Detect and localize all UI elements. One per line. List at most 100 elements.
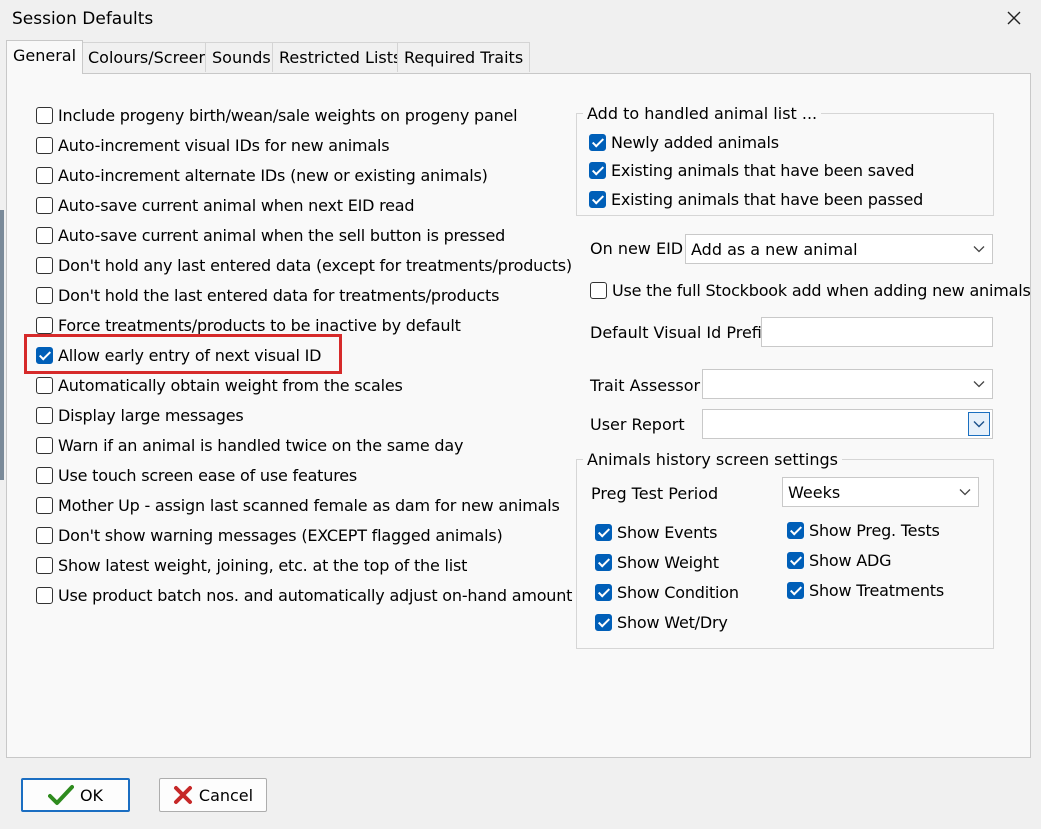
checkbox-label: Auto-increment alternate IDs (new or exi…: [58, 165, 488, 185]
checkbox-mother-up-assign-last-scanned-female-as-[interactable]: Mother Up - assign last scanned female a…: [36, 493, 560, 517]
checkbox-label: Allow early entry of next visual ID: [58, 345, 322, 365]
checkbox-auto-save-current-animal-when-next-eid-r[interactable]: Auto-save current animal when next EID r…: [36, 193, 415, 217]
checkbox-display-large-messages[interactable]: Display large messages: [36, 403, 244, 427]
checkbox-checked-icon: [595, 523, 612, 541]
checkbox-unchecked-icon: [36, 586, 53, 604]
checkbox-label: Force treatments/products to be inactive…: [58, 315, 461, 335]
preg-test-period-value: Weeks: [788, 482, 841, 502]
checkbox-use-touch-screen-ease-of-use-features[interactable]: Use touch screen ease of use features: [36, 463, 357, 487]
checkbox-checked-icon: [589, 190, 606, 208]
user-report-label: User Report: [590, 415, 685, 434]
checkbox-show-preg-tests[interactable]: Show Preg. Tests: [787, 518, 940, 542]
checkbox-label: Don't hold the last entered data for tre…: [58, 285, 500, 305]
checkbox-unchecked-icon: [36, 316, 53, 334]
checkbox-don-t-hold-the-last-entered-data-for-tre[interactable]: Don't hold the last entered data for tre…: [36, 283, 499, 307]
checkbox-unchecked-icon: [36, 376, 53, 394]
checkbox-label: Auto-save current animal when next EID r…: [58, 195, 415, 215]
checkbox-label: Warn if an animal is handled twice on th…: [58, 435, 464, 455]
preg-test-period-select[interactable]: Weeks: [782, 477, 979, 507]
checkbox-show-treatments[interactable]: Show Treatments: [787, 578, 944, 602]
checkbox-label: Don't hold any last entered data (except…: [58, 255, 572, 275]
checkbox-include-progeny-birth-wean-sale-weights-[interactable]: Include progeny birth/wean/sale weights …: [36, 103, 518, 127]
checkbox-checked-icon: [589, 162, 606, 179]
checkbox-unchecked-icon: [36, 556, 53, 574]
checkbox-show-adg[interactable]: Show ADG: [787, 548, 892, 572]
checkbox-existing-animals-that-have-been-saved[interactable]: Existing animals that have been saved: [589, 159, 915, 183]
checkbox-show-events[interactable]: Show Events: [595, 520, 717, 544]
checkbox-label: Automatically obtain weight from the sca…: [58, 375, 403, 395]
checkbox-label: Display large messages: [58, 405, 244, 425]
close-button[interactable]: [996, 2, 1032, 34]
checkbox-label: Include progeny birth/wean/sale weights …: [58, 105, 518, 125]
checkbox-checked-icon: [787, 581, 804, 599]
chevron-down-icon: [966, 370, 992, 398]
checkbox-label: Newly added animals: [611, 132, 779, 152]
chevron-down-icon: [952, 478, 978, 506]
checkbox-checked-icon: [595, 553, 612, 571]
checkbox-label: Use product batch nos. and automatically…: [58, 585, 573, 605]
checkbox-force-treatments-products-to-be-inactive[interactable]: Force treatments/products to be inactive…: [36, 313, 461, 337]
full-stockbook-checkbox[interactable]: Use the full Stockbook add when adding n…: [590, 278, 1031, 302]
checkbox-label: Show ADG: [809, 550, 892, 570]
visual-id-prefix-input[interactable]: [761, 317, 993, 347]
checkbox-label: Show Treatments: [809, 580, 945, 600]
checkbox-unchecked-icon: [36, 466, 53, 484]
checkbox-use-product-batch-nos-and-automatically-[interactable]: Use product batch nos. and automatically…: [36, 583, 572, 607]
title-bar: Session Defaults: [0, 0, 1041, 38]
handled-list-legend: Add to handled animal list ...: [583, 104, 822, 123]
checkbox-unchecked-icon: [36, 256, 53, 274]
tab-general[interactable]: General: [6, 40, 84, 74]
checkbox-label: Show Preg. Tests: [809, 520, 940, 540]
user-report-select[interactable]: [702, 409, 993, 439]
checkbox-unchecked-icon: [36, 196, 53, 214]
checkbox-automatically-obtain-weight-from-the-sca[interactable]: Automatically obtain weight from the sca…: [36, 373, 403, 397]
on-new-eid-label: On new EID: [590, 239, 684, 258]
checkbox-show-latest-weight-joining-etc-at-the-to[interactable]: Show latest weight, joining, etc. at the…: [36, 553, 467, 577]
checkbox-newly-added-animals[interactable]: Newly added animals: [589, 130, 779, 154]
checkmark-icon: [47, 784, 74, 806]
checkbox-unchecked-icon: [36, 496, 53, 514]
checkbox-label: Existing animals that have been saved: [611, 161, 915, 180]
trait-assessor-select[interactable]: [702, 369, 993, 399]
tab-colours-screen[interactable]: Colours/Screen: [81, 42, 216, 72]
tab-restricted-lists[interactable]: Restricted Lists: [272, 42, 409, 72]
checkbox-label: Existing animals that have been passed: [611, 189, 924, 209]
checkbox-auto-increment-alternate-ids-new-or-exis[interactable]: Auto-increment alternate IDs (new or exi…: [36, 163, 488, 187]
checkbox-show-weight[interactable]: Show Weight: [595, 550, 719, 574]
x-cross-icon: [173, 785, 193, 805]
tab-required-traits[interactable]: Required Traits: [397, 42, 531, 72]
checkbox-label: Show Wet/Dry: [617, 612, 728, 632]
checkbox-unchecked-icon: [36, 226, 53, 244]
checkbox-checked-icon: [36, 346, 53, 364]
checkbox-existing-animals-that-have-been-passed[interactable]: Existing animals that have been passed: [589, 187, 923, 211]
checkbox-auto-increment-visual-ids-for-new-animal[interactable]: Auto-increment visual IDs for new animal…: [36, 133, 390, 157]
ok-button[interactable]: OK: [21, 778, 130, 812]
chevron-down-icon[interactable]: [968, 412, 990, 436]
on-new-eid-value: Add as a new animal: [691, 239, 858, 259]
checkbox-label: Show Events: [617, 522, 718, 542]
full-stockbook-label: Use the full Stockbook add when adding n…: [612, 280, 1031, 300]
checkbox-label: Auto-save current animal when the sell b…: [58, 225, 506, 245]
on-new-eid-select[interactable]: Add as a new animal: [685, 234, 993, 264]
tab-sounds[interactable]: Sounds: [205, 42, 278, 72]
checkbox-unchecked-icon: [36, 166, 53, 184]
chevron-down-icon: [966, 235, 992, 263]
checkbox-checked-icon: [595, 583, 612, 601]
checkbox-label: Don't show warning messages (EXCEPT flag…: [58, 525, 503, 545]
checkbox-don-t-show-warning-messages-except-flagg[interactable]: Don't show warning messages (EXCEPT flag…: [36, 523, 503, 547]
checkbox-checked-icon: [589, 133, 606, 151]
checkbox-checked-icon: [595, 613, 612, 631]
history-settings-legend: Animals history screen settings: [583, 450, 842, 469]
checkbox-checked-icon: [787, 551, 804, 569]
checkbox-unchecked-icon: [36, 136, 53, 154]
checkbox-don-t-hold-any-last-entered-data-except-[interactable]: Don't hold any last entered data (except…: [36, 253, 572, 277]
close-icon: [1007, 11, 1021, 25]
checkbox-auto-save-current-animal-when-the-sell-b[interactable]: Auto-save current animal when the sell b…: [36, 223, 505, 247]
trait-assessor-label: Trait Assessor: [590, 376, 701, 395]
checkbox-show-wet-dry[interactable]: Show Wet/Dry: [595, 610, 728, 634]
checkbox-warn-if-an-animal-is-handled-twice-on-th[interactable]: Warn if an animal is handled twice on th…: [36, 433, 463, 457]
checkbox-unchecked-icon: [36, 106, 53, 124]
checkbox-show-condition[interactable]: Show Condition: [595, 580, 739, 604]
cancel-button[interactable]: Cancel: [159, 778, 267, 812]
checkbox-allow-early-entry-of-next-visual-id[interactable]: Allow early entry of next visual ID: [36, 343, 321, 367]
